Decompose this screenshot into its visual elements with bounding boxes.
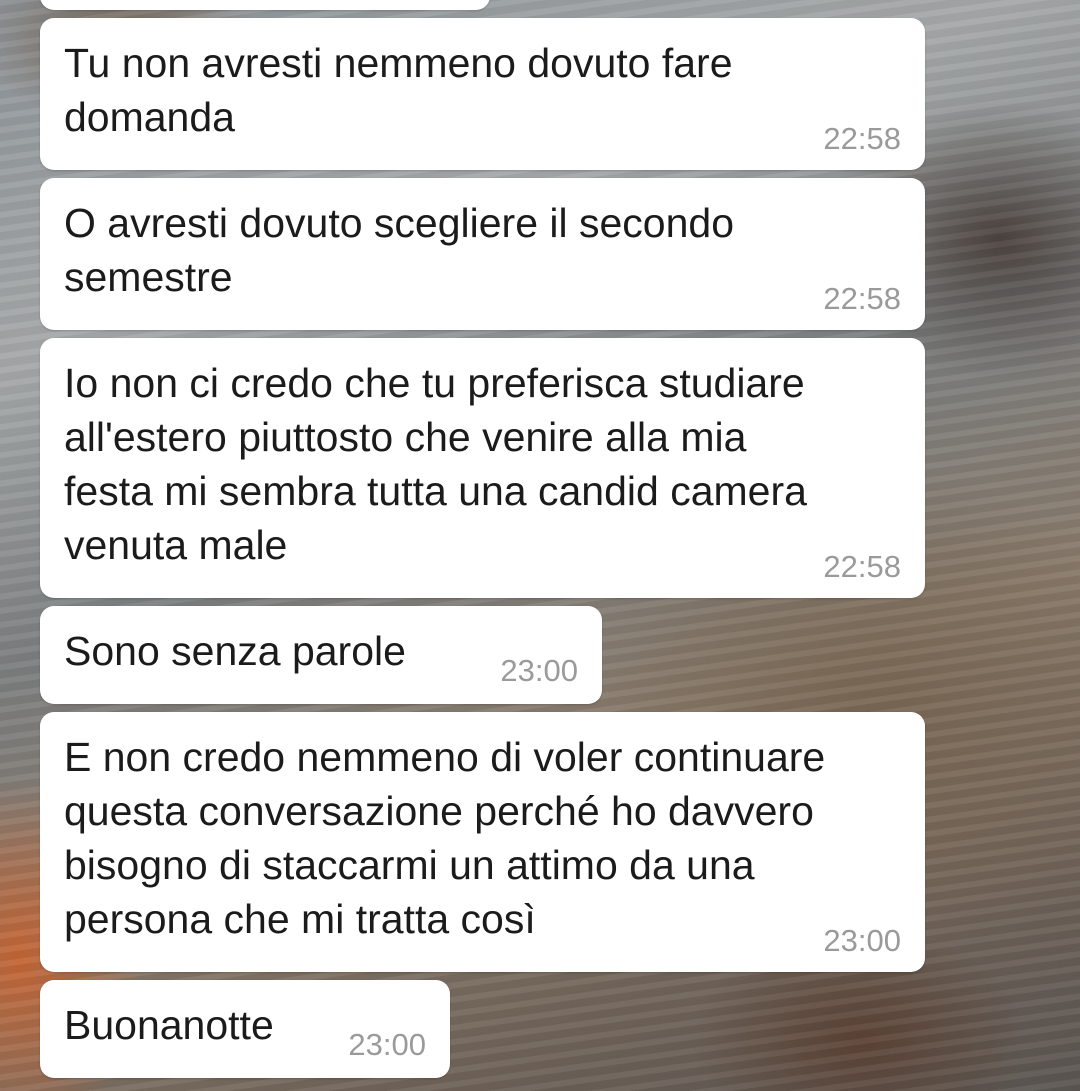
message-time: 22:58 — [823, 121, 901, 156]
message-bubble[interactable]: Buonanotte 23:00 — [40, 980, 450, 1078]
message-time: 23:00 — [500, 653, 578, 688]
message-text: O avresti dovuto scegliere il secondo se… — [64, 200, 735, 300]
message-text: E non credo nemmeno di voler continuare … — [64, 734, 826, 942]
message-bubble[interactable]: Tu non avresti nemmeno dovuto fare doman… — [40, 18, 925, 170]
message-time: 23:00 — [823, 923, 901, 958]
message-time: 23:00 — [348, 1027, 426, 1062]
message-time: 22:58 — [823, 549, 901, 584]
message-bubble[interactable]: E non credo nemmeno di voler continuare … — [40, 712, 925, 972]
message-bubble[interactable]: Io non ci credo che tu preferisca studia… — [40, 338, 925, 598]
message-text: Io non ci credo che tu preferisca studia… — [64, 360, 807, 568]
message-bubble[interactable]: O avresti dovuto scegliere il secondo se… — [40, 178, 925, 330]
message-list[interactable]: Tu non avresti nemmeno dovuto fare doman… — [0, 0, 1080, 1091]
message-text: Tu non avresti nemmeno dovuto fare doman… — [64, 40, 733, 140]
message-bubble-partial[interactable] — [40, 0, 490, 10]
message-bubble[interactable]: Sono senza parole 23:00 — [40, 606, 602, 704]
message-time: 22:58 — [823, 281, 901, 316]
